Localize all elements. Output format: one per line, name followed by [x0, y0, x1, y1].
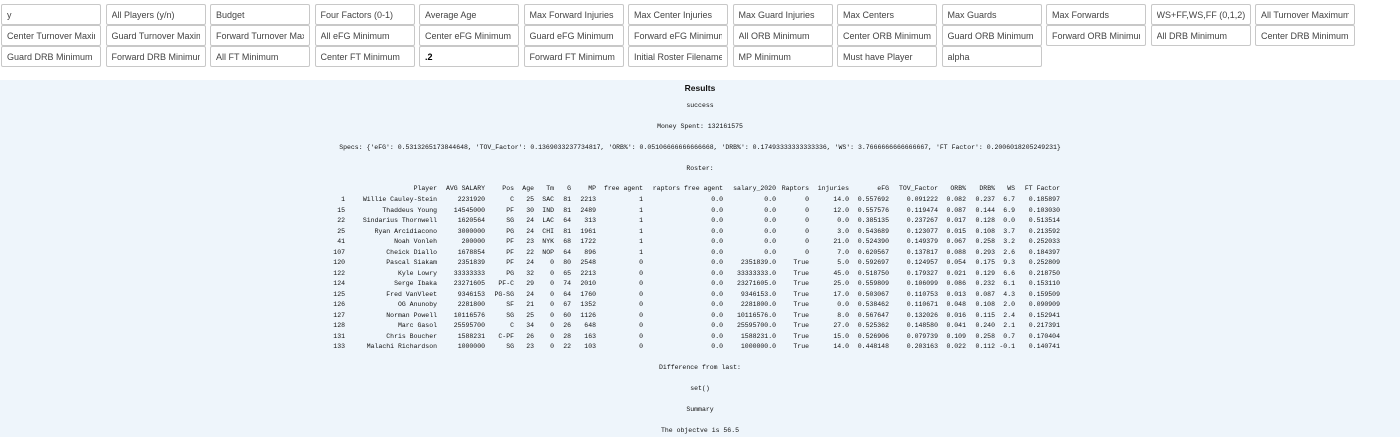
guard-orb-minimum-input[interactable]	[941, 25, 1042, 46]
forward-ft-minimum-input[interactable]	[523, 46, 624, 67]
max-guards-input[interactable]	[941, 4, 1042, 25]
table-cell: 0.213592	[1028, 227, 1060, 235]
forward-orb-minimum-input[interactable]	[1046, 25, 1146, 46]
max-guard-injuries-input[interactable]	[732, 4, 833, 25]
alpha-input[interactable]	[941, 46, 1042, 67]
objective-text: The objectve is 56.5	[660, 427, 739, 434]
center-turnover-maximum-input[interactable]	[1, 25, 101, 46]
max-forwards-input[interactable]	[1046, 4, 1146, 25]
all-players-y-n-input[interactable]	[105, 4, 206, 25]
money-spent-text: Money Spent: 132161575	[657, 123, 743, 130]
budget-input[interactable]	[210, 4, 310, 25]
four-factors-0-1-input[interactable]	[314, 4, 415, 25]
value-input[interactable]	[419, 46, 519, 67]
forward-efg-minimum-input[interactable]	[628, 25, 728, 46]
initial-roster-filename-input[interactable]	[628, 46, 728, 67]
results-title: Results	[684, 83, 716, 93]
max-forward-injuries-input[interactable]	[523, 4, 624, 25]
table-cell: 0.153110	[1028, 280, 1060, 287]
ws-ff-ws-ff-0-1-2-input[interactable]	[1150, 4, 1251, 25]
y-input[interactable]	[1, 4, 101, 25]
table-cell: 0.184397	[1028, 248, 1060, 256]
table-cell: 0.252033	[1028, 238, 1060, 245]
difference-label: Difference from last:	[659, 364, 741, 371]
table-cell: 0.218750	[1028, 269, 1060, 277]
table-cell: 0.217391	[1028, 322, 1060, 329]
specs-text: Specs: {'eFG': 0.5313265173844648, 'TOV_…	[339, 144, 1061, 151]
mp-minimum-input[interactable]	[732, 46, 833, 67]
all-orb-minimum-input[interactable]	[732, 25, 833, 46]
guard-turnover-maximum-input[interactable]	[105, 25, 206, 46]
average-age-input[interactable]	[419, 4, 519, 25]
center-ft-minimum-input[interactable]	[314, 46, 415, 67]
table-cell: 0.252809	[1028, 259, 1060, 266]
all-turnover-maximum-input[interactable]	[1255, 4, 1355, 25]
table-cell: 0.185897	[1028, 196, 1060, 203]
results-panel: Results success Money Spent: 132161575 S…	[0, 80, 1400, 437]
all-efg-minimum-input[interactable]	[314, 25, 415, 46]
table-cell: 0.170404	[1028, 332, 1060, 340]
input-panel	[0, 0, 1400, 80]
table-cell: 0.090909	[1028, 301, 1060, 308]
all-ft-minimum-input[interactable]	[210, 46, 310, 67]
all-drb-minimum-input[interactable]	[1150, 25, 1251, 46]
roster-label: Roster:	[686, 165, 714, 172]
max-centers-input[interactable]	[837, 4, 937, 25]
table-cell: 0.103030	[1028, 206, 1060, 214]
status-text: success	[686, 102, 714, 109]
summary-label: Summary	[686, 406, 714, 413]
guard-drb-minimum-input[interactable]	[1, 46, 101, 67]
table-cell: 0.159509	[1028, 290, 1060, 298]
center-efg-minimum-input[interactable]	[419, 25, 519, 46]
table-header-cell: FT Factor	[1024, 185, 1060, 192]
table-cell: 0.140741	[1028, 343, 1060, 350]
must-have-player-input[interactable]	[837, 46, 937, 67]
table-cell: 0.152941	[1028, 311, 1060, 319]
difference-value: set()	[690, 385, 710, 392]
forward-turnover-max-input[interactable]	[210, 25, 310, 46]
center-drb-minimum-input[interactable]	[1255, 25, 1355, 46]
max-center-injuries-input[interactable]	[628, 4, 728, 25]
center-orb-minimum-input[interactable]	[837, 25, 937, 46]
guard-efg-minimum-input[interactable]	[523, 25, 624, 46]
table-cell: 0.513514	[1028, 217, 1060, 224]
forward-drb-minimum-input[interactable]	[105, 46, 206, 67]
